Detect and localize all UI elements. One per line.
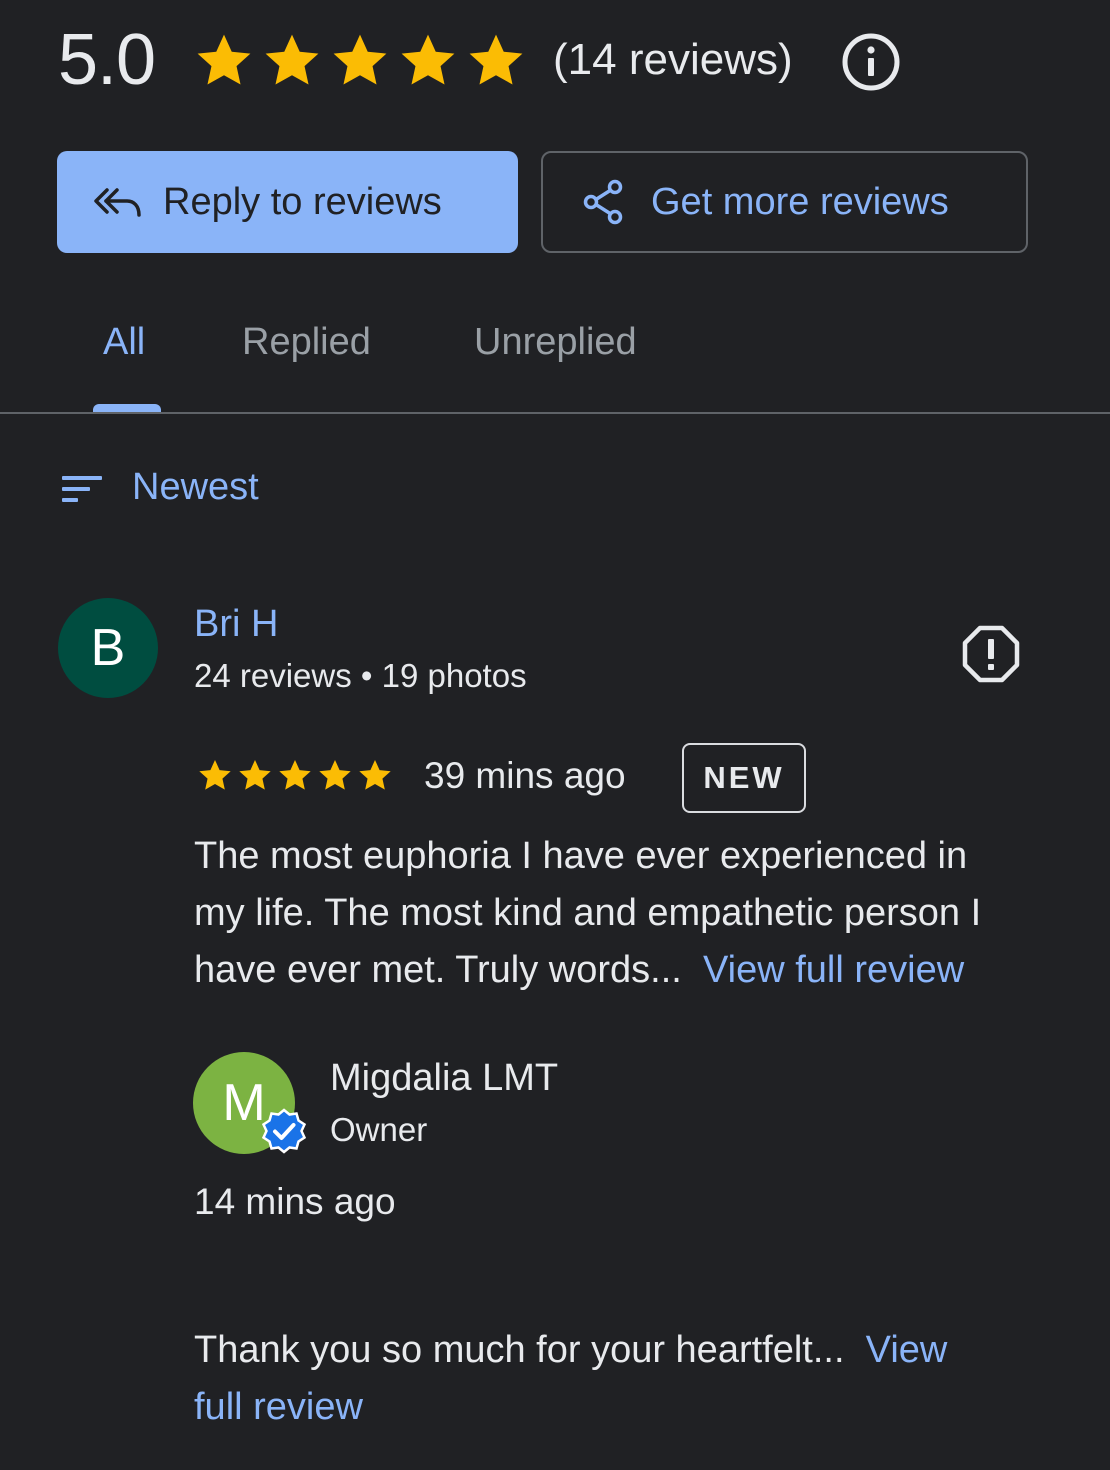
tab-unreplied[interactable]: Unreplied	[474, 318, 637, 366]
reply-timestamp: 14 mins ago	[194, 1181, 396, 1222]
star-icon	[319, 759, 351, 790]
star-icon	[199, 759, 231, 790]
star-icon	[239, 759, 271, 790]
report-icon[interactable]	[962, 625, 1020, 683]
avatar-letter: B	[90, 619, 126, 677]
overall-stars	[192, 28, 528, 92]
view-full-review-link[interactable]: View full review	[703, 949, 964, 991]
review-stars	[196, 756, 394, 794]
avatar[interactable]: B	[58, 598, 158, 698]
review-timestamp: 39 mins ago	[424, 755, 626, 796]
star-icon	[279, 759, 311, 790]
star-icon	[333, 34, 387, 85]
review-text-line: my life. The most kind and empathetic pe…	[194, 892, 982, 934]
tab-replied[interactable]: Replied	[242, 318, 371, 366]
info-icon[interactable]	[841, 32, 901, 92]
tab-all[interactable]: All	[103, 318, 145, 366]
reply-to-reviews-label: Reply to reviews	[163, 180, 442, 223]
tabs-divider	[0, 412, 1110, 414]
star-icon	[469, 34, 523, 85]
reply-all-icon	[94, 188, 141, 217]
new-badge: NEW	[682, 743, 806, 813]
sort-newest-button[interactable]: Newest	[132, 463, 259, 511]
get-more-reviews-label: Get more reviews	[651, 180, 949, 223]
star-icon	[265, 34, 319, 85]
reply-text-snippet: Thank you so much for your heartfelt...	[194, 1329, 845, 1371]
owner-avatar-letter: M	[222, 1074, 266, 1132]
star-icon	[401, 34, 455, 85]
reviewer-name[interactable]: Bri H	[194, 600, 278, 648]
review-count: (14 reviews)	[553, 35, 793, 84]
star-icon	[197, 34, 251, 85]
share-icon	[583, 179, 623, 225]
review-text: The most euphoria I have ever experience…	[194, 828, 1084, 999]
owner-name: Migdalia LMT	[330, 1057, 559, 1099]
sort-icon[interactable]	[60, 472, 104, 506]
reply-to-reviews-button[interactable]: Reply to reviews	[57, 151, 518, 253]
view-full-reply-link-part1[interactable]: View	[866, 1329, 948, 1371]
view-full-reply-link-part2[interactable]: full review	[194, 1379, 1084, 1436]
review-text-line: have ever met. Truly words... View full …	[194, 942, 1084, 999]
verified-badge-icon	[261, 1108, 307, 1154]
review-text-line-tail: have ever met. Truly words...	[194, 949, 682, 991]
overall-rating: 5.0	[58, 20, 156, 100]
reply-text: Thank you so much for your heartfelt... …	[194, 1322, 1084, 1436]
review-text-line: The most euphoria I have ever experience…	[194, 835, 968, 877]
reviewer-meta: 24 reviews • 19 photos	[194, 657, 527, 694]
star-icon	[359, 759, 391, 790]
reply-text-line: Thank you so much for your heartfelt... …	[194, 1322, 1084, 1379]
owner-role: Owner	[330, 1111, 428, 1148]
get-more-reviews-button[interactable]: Get more reviews	[541, 151, 1028, 253]
